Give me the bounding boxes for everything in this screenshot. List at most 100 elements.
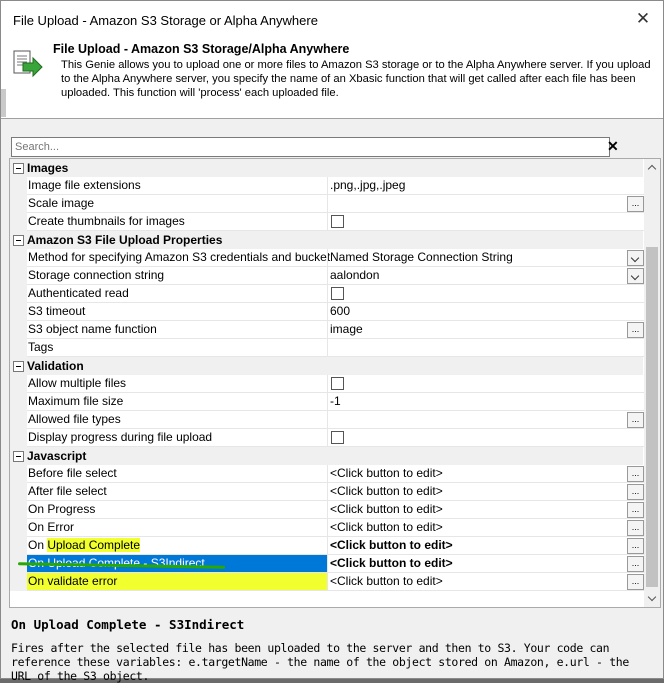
prop-value[interactable]: -1 [327,393,646,411]
prop-name-prefix: On [28,538,48,552]
prop-name: Allowed file types [27,411,327,429]
category-images[interactable]: Images [10,159,643,177]
search-input[interactable] [11,137,610,157]
prop-name: On Error [27,519,327,537]
ellipsis-button[interactable]: ... [627,196,644,212]
row-gutter [10,393,27,411]
prop-value-text: image [330,322,363,336]
prop-value[interactable]: <Click button to edit>... [327,537,646,555]
collapse-icon[interactable] [13,235,24,246]
checkbox[interactable] [331,287,344,300]
prop-row-on-error[interactable]: On Error <Click button to edit>... [10,519,646,537]
prop-value-text: <Click button to edit> [330,556,453,570]
prop-value[interactable]: aalondon [327,267,646,285]
prop-row-authenticated-read[interactable]: Authenticated read [10,285,646,303]
category-label: Amazon S3 File Upload Properties [27,233,223,247]
prop-row-before-file-select[interactable]: Before file select <Click button to edit… [10,465,646,483]
prop-value[interactable]: image... [327,321,646,339]
row-gutter [10,375,27,393]
prop-value[interactable]: ... [327,411,646,429]
ellipsis-button[interactable]: ... [627,322,644,338]
row-gutter [10,285,27,303]
close-icon[interactable]: ✕ [633,9,653,29]
checkbox[interactable] [331,377,344,390]
prop-name: Allow multiple files [27,375,327,393]
chevron-down-icon[interactable] [627,268,644,284]
prop-value[interactable] [327,339,646,357]
chevron-down-icon[interactable] [627,250,644,266]
prop-row-after-file-select[interactable]: After file select <Click button to edit>… [10,483,646,501]
prop-row-object-name-function[interactable]: S3 object name function image... [10,321,646,339]
prop-value[interactable] [327,375,646,393]
prop-name: Method for specifying Amazon S3 credenti… [27,249,330,267]
prop-row-allowed-types[interactable]: Allowed file types ... [10,411,646,429]
ellipsis-button[interactable]: ... [627,412,644,428]
checkbox[interactable] [331,215,344,228]
prop-value-text: <Click button to edit> [330,502,443,516]
prop-row-display-progress[interactable]: Display progress during file upload [10,429,646,447]
collapse-icon[interactable] [13,451,24,462]
category-javascript[interactable]: Javascript [10,447,643,465]
prop-value[interactable] [327,429,646,447]
ellipsis-button[interactable]: ... [627,538,644,554]
prop-name: On validate error [27,573,327,591]
prop-value[interactable]: .png,.jpg,.jpeg [327,177,646,195]
prop-name: Maximum file size [27,393,327,411]
prop-name: Scale image [27,195,327,213]
prop-value-text: <Click button to edit> [330,574,443,588]
prop-row-method[interactable]: Method for specifying Amazon S3 credenti… [10,249,646,267]
prop-value[interactable] [327,213,646,231]
strip-gray [1,89,6,117]
row-gutter [10,195,27,213]
prop-row-on-validate-error[interactable]: On validate error <Click button to edit>… [10,573,646,591]
scroll-down-icon[interactable] [648,595,656,603]
category-validation[interactable]: Validation [10,357,643,375]
scroll-thumb[interactable] [646,247,658,587]
file-upload-dialog: File Upload - Amazon S3 Storage or Alpha… [0,0,664,683]
ellipsis-button[interactable]: ... [627,520,644,536]
ellipsis-button[interactable]: ... [627,574,644,590]
upload-arrow-icon [13,50,43,78]
prop-row-tags[interactable]: Tags [10,339,646,357]
prop-row-create-thumbnails[interactable]: Create thumbnails for images [10,213,646,231]
prop-value[interactable]: <Click button to edit>... [327,465,646,483]
prop-row-s3-timeout[interactable]: S3 timeout 600 [10,303,646,321]
title-bar: File Upload - Amazon S3 Storage or Alpha… [1,1,663,39]
prop-value[interactable]: <Click button to edit>... [327,483,646,501]
clear-search-icon[interactable]: ✕ [607,138,619,154]
prop-value[interactable] [327,285,646,303]
prop-row-connection-string[interactable]: Storage connection string aalondon [10,267,646,285]
row-gutter [10,519,27,537]
ellipsis-button[interactable]: ... [627,466,644,482]
scroll-up-icon[interactable] [648,163,656,171]
row-gutter [10,465,27,483]
prop-value[interactable]: 600 [327,303,646,321]
collapse-icon[interactable] [13,163,24,174]
prop-row-max-file-size[interactable]: Maximum file size -1 [10,393,646,411]
ellipsis-button[interactable]: ... [627,556,644,572]
prop-value-text: aalondon [330,268,380,282]
ellipsis-button[interactable]: ... [627,502,644,518]
checkbox[interactable] [331,431,344,444]
genie-header: File Upload - Amazon S3 Storage/Alpha An… [1,39,663,139]
collapse-icon[interactable] [13,361,24,372]
ellipsis-button[interactable]: ... [627,484,644,500]
prop-row-image-extensions[interactable]: Image file extensions .png,.jpg,.jpeg [10,177,646,195]
prop-value-text: <Click button to edit> [330,520,443,534]
prop-value[interactable]: Named Storage Connection String [327,249,646,267]
prop-name: Create thumbnails for images [27,213,327,231]
row-gutter [10,411,27,429]
prop-row-on-upload-complete[interactable]: On Upload Complete <Click button to edit… [10,537,646,555]
prop-value[interactable]: ... [327,195,646,213]
prop-row-allow-multiple[interactable]: Allow multiple files [10,375,646,393]
prop-value[interactable]: <Click button to edit>... [327,501,646,519]
vertical-scrollbar[interactable] [644,159,660,607]
category-label: Images [27,161,69,175]
prop-row-on-progress[interactable]: On Progress <Click button to edit>... [10,501,646,519]
prop-row-scale-image[interactable]: Scale image ... [10,195,646,213]
prop-value[interactable]: <Click button to edit>... [327,555,646,573]
prop-value[interactable]: <Click button to edit>... [327,573,646,591]
category-s3[interactable]: Amazon S3 File Upload Properties [10,231,643,249]
prop-value[interactable]: <Click button to edit>... [327,519,646,537]
property-grid: Images Image file extensions .png,.jpg,.… [9,158,661,608]
